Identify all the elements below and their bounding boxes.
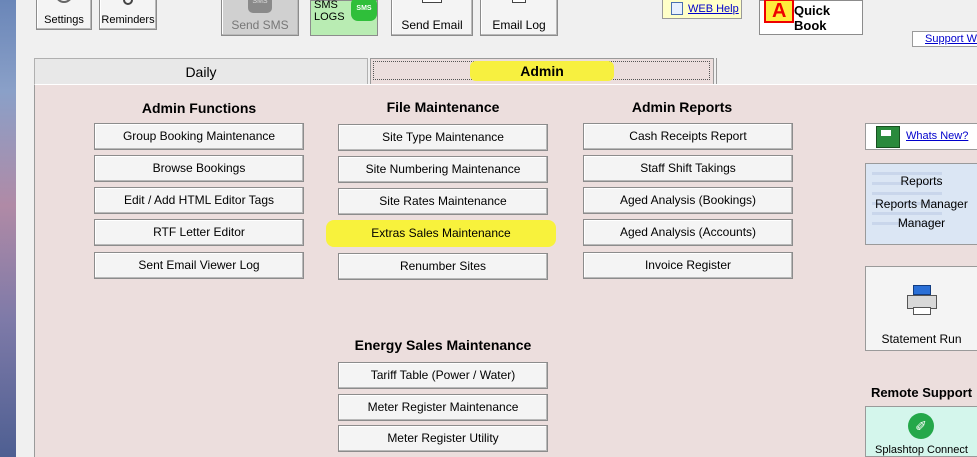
statement-run-button[interactable]: Statement Run <box>865 266 977 351</box>
tab-strip: Daily Admin <box>34 57 977 85</box>
reminders-label: Reminders <box>101 14 155 26</box>
tab-strip-filler <box>716 58 977 84</box>
gear-icon <box>55 0 73 3</box>
quick-book-label: Quick Book <box>794 3 831 33</box>
admin-functions-title: Admin Functions <box>141 100 257 116</box>
cash-receipts-report-button[interactable]: Cash Receipts Report <box>583 123 793 150</box>
reports-manager-label-line3: Manager <box>897 216 946 230</box>
help-document-icon <box>671 2 683 15</box>
send-email-label: Send Email <box>401 18 463 32</box>
support-link[interactable]: Support W <box>912 31 977 47</box>
web-help-box: WEB Help <box>662 0 742 19</box>
site-numbering-maintenance-button[interactable]: Site Numbering Maintenance <box>338 156 548 183</box>
sms-phone-icon: SMS <box>248 0 272 13</box>
whats-new-link[interactable]: Whats New? <box>906 130 968 142</box>
staff-shift-takings-button[interactable]: Staff Shift Takings <box>583 155 793 182</box>
extras-sales-maintenance-button[interactable]: Extras Sales Maintenance <box>326 220 556 247</box>
reports-manager-label-line2: Reports Manager <box>875 197 968 211</box>
sms-bubble-icon: SMS <box>351 0 377 21</box>
email-log-button[interactable]: Email Log <box>480 0 558 36</box>
tariff-table-button[interactable]: Tariff Table (Power / Water) <box>338 362 548 389</box>
tab-daily-label: Daily <box>185 64 217 80</box>
tab-admin[interactable]: Admin <box>370 58 714 84</box>
send-sms-button[interactable]: SMS Send SMS <box>221 0 299 36</box>
aged-analysis-accounts-button[interactable]: Aged Analysis (Accounts) <box>583 219 793 246</box>
splashtop-icon: ✐ <box>908 413 934 439</box>
sms-logs-button[interactable]: SMS LOGS SMS <box>310 0 378 36</box>
tab-daily[interactable]: Daily <box>34 58 368 84</box>
web-help-link[interactable]: WEB Help <box>688 3 739 15</box>
meter-register-maintenance-button[interactable]: Meter Register Maintenance <box>338 394 548 421</box>
invoice-register-button[interactable]: Invoice Register <box>583 252 793 279</box>
file-maintenance-title: File Maintenance <box>386 99 500 115</box>
quick-book-button[interactable]: A Quick Book <box>759 0 863 35</box>
reports-manager-label-line1: Reports <box>900 174 943 188</box>
printer-icon <box>907 285 937 315</box>
energy-sales-title: Energy Sales Maintenance <box>354 337 532 353</box>
whats-new-box: Whats New? <box>865 123 977 150</box>
clock-icon <box>123 0 133 5</box>
statement-run-label: Statement Run <box>881 332 962 346</box>
email-log-label: Email Log <box>492 18 546 32</box>
splashtop-connect-label: Splashtop Connect <box>875 444 968 456</box>
settings-button[interactable]: Settings <box>36 0 92 30</box>
group-booking-maintenance-button[interactable]: Group Booking Maintenance <box>94 123 304 150</box>
browse-bookings-button[interactable]: Browse Bookings <box>94 155 304 182</box>
envelope-icon <box>422 0 442 3</box>
email-log-icon <box>512 0 526 3</box>
meter-register-utility-button[interactable]: Meter Register Utility <box>338 425 548 452</box>
settings-label: Settings <box>44 14 84 26</box>
desktop-background-strip <box>0 0 16 457</box>
site-rates-maintenance-button[interactable]: Site Rates Maintenance <box>338 188 548 215</box>
send-sms-label: Send SMS <box>231 18 289 32</box>
send-email-button[interactable]: Send Email <box>391 0 473 36</box>
reminders-button[interactable]: Reminders <box>99 0 157 30</box>
tab-admin-label: Admin <box>470 61 614 81</box>
whats-new-icon <box>876 126 900 148</box>
aged-analysis-bookings-button[interactable]: Aged Analysis (Bookings) <box>583 187 793 214</box>
reports-manager-button[interactable]: Reports Reports Manager Manager <box>865 163 977 245</box>
site-type-maintenance-button[interactable]: Site Type Maintenance <box>338 124 548 151</box>
edit-add-html-editor-tags-button[interactable]: Edit / Add HTML Editor Tags <box>94 187 304 214</box>
sent-email-viewer-log-button[interactable]: Sent Email Viewer Log <box>94 252 304 279</box>
sms-logs-label: SMS LOGS <box>314 0 345 23</box>
splashtop-connect-button[interactable]: ✐ Splashtop Connect <box>865 406 977 457</box>
admin-reports-title: Admin Reports <box>631 99 733 115</box>
remote-support-title: Remote Support <box>870 385 973 400</box>
quick-book-icon: A <box>764 0 794 23</box>
renumber-sites-button[interactable]: Renumber Sites <box>338 253 548 280</box>
rtf-letter-editor-button[interactable]: RTF Letter Editor <box>94 219 304 246</box>
